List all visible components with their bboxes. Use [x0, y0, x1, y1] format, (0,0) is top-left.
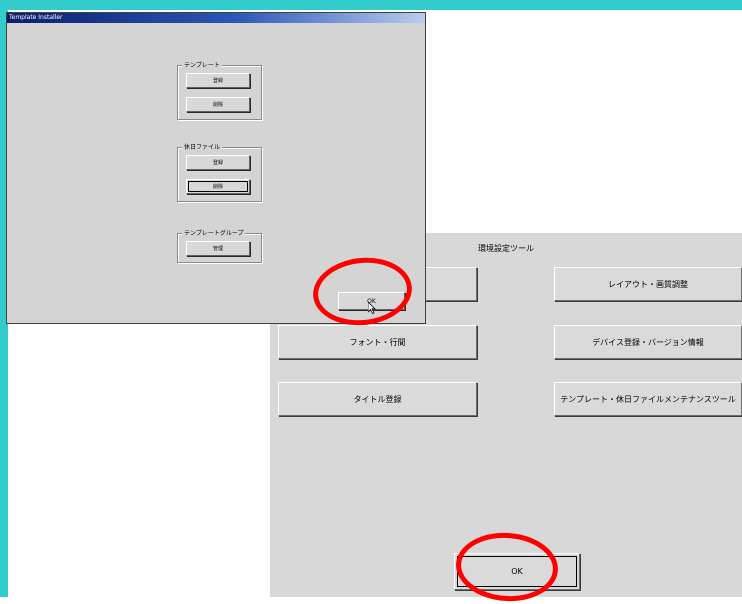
- template-installer-window: Template Installer テンプレート 登録 削除 休日ファイル 登…: [6, 12, 426, 324]
- font-spacing-button[interactable]: フォント・行間: [278, 325, 477, 359]
- template-delete-button[interactable]: 削除: [186, 97, 250, 112]
- template-group-label: テンプレート: [182, 60, 222, 69]
- holiday-group-label: 休日ファイル: [182, 142, 223, 151]
- device-version-button[interactable]: デバイス登録・バージョン情報: [554, 325, 742, 359]
- ti-titlebar: Template Installer: [7, 13, 425, 23]
- template-group-box: テンプレート 登録 削除: [177, 60, 262, 120]
- background-accent-top: [0, 0, 742, 10]
- layout-quality-button[interactable]: レイアウト・画質調整: [554, 267, 742, 301]
- template-group-manage-button[interactable]: 管理: [186, 241, 250, 256]
- template-register-button[interactable]: 登録: [186, 73, 250, 88]
- env-ok-button[interactable]: OK: [454, 553, 580, 590]
- template-group-manage-box: テンプレートグループ 管理: [177, 228, 262, 263]
- template-maintenance-button[interactable]: テンプレート・休日ファイルメンテナンスツール: [554, 382, 742, 416]
- holiday-register-button[interactable]: 登録: [186, 155, 250, 170]
- holiday-group-box: 休日ファイル 登録 削除: [177, 142, 262, 202]
- title-register-button[interactable]: タイトル登録: [278, 382, 477, 416]
- template-group-manage-label: テンプレートグループ: [182, 228, 246, 237]
- holiday-delete-button[interactable]: 削除: [186, 179, 250, 194]
- mouse-cursor-icon: [368, 302, 376, 314]
